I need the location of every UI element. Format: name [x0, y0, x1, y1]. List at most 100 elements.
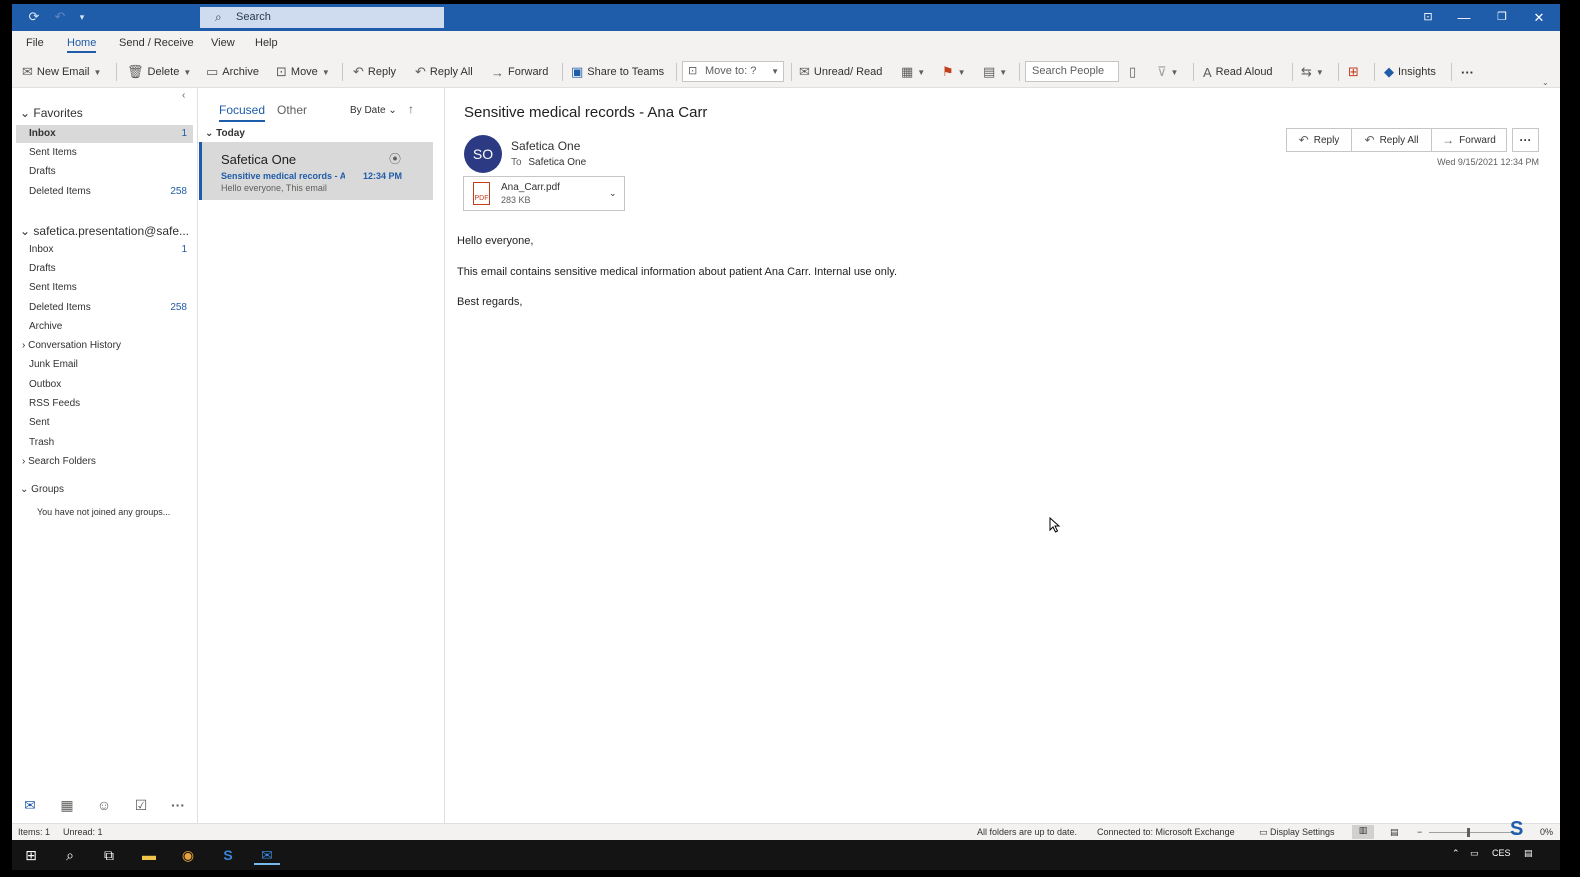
sort-by-date[interactable]: By Date ⌄ [350, 105, 397, 116]
favorites-item-sent-items[interactable]: Sent Items [29, 144, 187, 162]
folder-trash[interactable]: Trash [29, 434, 187, 452]
folder-inbox[interactable]: Inbox 1 [29, 241, 187, 259]
reply-button[interactable]: ↶ Reply [353, 63, 396, 81]
folder-outbox[interactable]: Outbox [29, 376, 187, 394]
sort-direction-icon[interactable]: ↑ [408, 102, 414, 116]
search-input[interactable]: ⌕ Search [200, 7, 444, 28]
folder-rss-feeds[interactable]: RSS Feeds [29, 395, 187, 413]
forward-button[interactable]: → Forward [491, 63, 548, 81]
zoom-slider-thumb[interactable] [1467, 828, 1470, 837]
more-commands-button[interactable]: ··· [1461, 63, 1474, 81]
chevron-down-icon: ▼ [183, 67, 192, 77]
reading-view-icon[interactable]: ▤ [1390, 827, 1399, 838]
more-apps-icon[interactable]: ··· [166, 797, 190, 817]
outlook-app-icon[interactable]: ✉ [254, 845, 280, 865]
recipient-name[interactable]: Safetica One [528, 157, 586, 168]
reply-all-button[interactable]: ↶ Reply All [415, 63, 473, 81]
favorites-item-inbox[interactable]: Inbox 1 [16, 125, 193, 143]
attachment-card[interactable]: PDF Ana_Carr.pdf 283 KB ⌄ [463, 176, 625, 211]
mail-icon[interactable]: ✉ [18, 797, 42, 817]
email-recipients: To Safetica One [511, 157, 586, 168]
calendar-icon[interactable]: ▦ [55, 797, 79, 817]
windows-start-icon[interactable]: ⊞ [18, 845, 44, 865]
filter-email-button[interactable]: ⊽ ▼ [1157, 63, 1178, 81]
tab-help[interactable]: Help [255, 37, 278, 49]
safetica-app-icon[interactable]: S [215, 845, 241, 865]
tab-send-receive[interactable]: Send / Receive [119, 37, 194, 49]
restore-button[interactable]: ❐ [1484, 4, 1520, 31]
folder-search-folders[interactable]: › Search Folders [22, 453, 180, 471]
tray-expand-icon[interactable]: ⌃ [1452, 848, 1460, 859]
file-explorer-icon[interactable]: ▬ [136, 845, 162, 865]
folder-sent-items[interactable]: Sent Items [29, 279, 187, 297]
forward-button[interactable]: → Forward [1431, 128, 1507, 152]
input-language[interactable]: CES [1492, 848, 1511, 858]
email-sender[interactable]: Safetica One [511, 139, 580, 153]
move-button[interactable]: ⊡ Move ▼ [276, 63, 330, 81]
address-book-button[interactable]: ▯ [1129, 63, 1136, 81]
reply-button[interactable]: ↶ Reply [1286, 128, 1352, 152]
teams-icon: ▣ [571, 64, 584, 79]
zoom-slider-track[interactable] [1429, 832, 1517, 833]
search-people-input[interactable]: Search People [1025, 61, 1119, 82]
status-bar: Items: 1 Unread: 1 All folders are up to… [12, 818, 1560, 840]
translate-button[interactable]: ⇆ ▼ [1301, 63, 1324, 81]
display-settings-button[interactable]: ▭ Display Settings [1259, 827, 1335, 838]
groups-header[interactable]: ⌄ Groups [20, 484, 64, 495]
tab-focused[interactable]: Focused [219, 103, 266, 122]
attachment-menu-icon[interactable]: ⌄ [609, 188, 617, 199]
network-icon[interactable]: ▭ [1470, 848, 1479, 859]
tasks-icon[interactable]: ☑ [129, 797, 153, 817]
new-email-label: New Email [36, 66, 90, 78]
favorites-item-drafts[interactable]: Drafts [29, 163, 187, 181]
folder-deleted-items[interactable]: Deleted Items 258 [29, 299, 187, 317]
normal-view-icon[interactable]: ▥ [1352, 825, 1374, 839]
message-list-item[interactable]: Safetica One ⦿ Sensitive medical records… [199, 142, 433, 200]
favorites-item-deleted-items[interactable]: Deleted Items 258 [29, 183, 187, 201]
insights-label: Insights [1398, 66, 1436, 78]
close-button[interactable]: ✕ [1521, 4, 1557, 31]
minimize-button[interactable]: — [1446, 4, 1482, 31]
reply-all-button[interactable]: ↶ Reply All [1351, 128, 1432, 152]
task-view-icon[interactable]: ⧉ [96, 845, 122, 865]
share-to-teams-button[interactable]: ▣ Share to Teams [571, 63, 664, 81]
read-aloud-button[interactable]: A Read Aloud [1203, 63, 1273, 81]
rules-button[interactable]: ▤ ▼ [983, 63, 1007, 81]
folder-junk-email[interactable]: Junk Email [29, 356, 187, 374]
people-icon[interactable]: ☺ [92, 797, 116, 817]
folder-conversation-history[interactable]: › Conversation History [22, 337, 180, 355]
tab-home[interactable]: Home [67, 37, 97, 53]
categorize-button[interactable]: ▦ ▼ [901, 63, 925, 81]
group-header-today[interactable]: ⌄ Today [205, 128, 245, 139]
ribbon-display-options-icon[interactable]: ⊡ [1410, 4, 1446, 31]
tab-view[interactable]: View [211, 37, 235, 49]
follow-up-button[interactable]: ⚑ ▼ [942, 63, 966, 81]
account-header[interactable]: ⌄ safetica.presentation@safe... [20, 224, 189, 238]
chrome-icon[interactable]: ◉ [175, 845, 201, 865]
sync-icon[interactable]: ⟳ [24, 8, 44, 26]
ribbon-divider [1193, 63, 1194, 81]
account-label: safetica.presentation@safe... [33, 224, 190, 238]
avatar[interactable]: SO [464, 135, 502, 173]
archive-button[interactable]: ▭ Archive [206, 63, 259, 81]
quick-access-dropdown-icon[interactable]: ▾ [72, 8, 92, 26]
new-email-button[interactable]: ✉ New Email ▼ [22, 63, 101, 81]
insights-button[interactable]: ◆ Insights [1384, 63, 1436, 81]
favorites-header[interactable]: ⌄ Favorites [20, 106, 83, 120]
get-add-ins-button[interactable]: ⊞ [1348, 63, 1359, 81]
move-to-quick-step[interactable]: ⊡ Move to: ? ▼ [682, 61, 784, 82]
delete-button[interactable]: 🗑 Delete ▼ [127, 63, 191, 81]
folder-sent[interactable]: Sent [29, 414, 187, 432]
tab-other[interactable]: Other [277, 103, 307, 117]
tab-file[interactable]: File [26, 37, 44, 49]
folder-archive[interactable]: Archive [29, 318, 187, 336]
unread-read-button[interactable]: ✉ Unread/ Read [799, 63, 882, 81]
folder-drafts[interactable]: Drafts [29, 260, 187, 278]
notifications-icon[interactable]: ▤ [1524, 848, 1533, 859]
undo-icon[interactable]: ↶ [50, 8, 70, 26]
search-icon[interactable]: ⌕ [57, 845, 83, 865]
zoom-out-icon[interactable]: − [1417, 827, 1422, 837]
sync-status: All folders are up to date. [977, 827, 1078, 837]
more-actions-button[interactable]: ··· [1512, 128, 1539, 152]
collapse-pane-icon[interactable]: ‹ [182, 90, 185, 101]
